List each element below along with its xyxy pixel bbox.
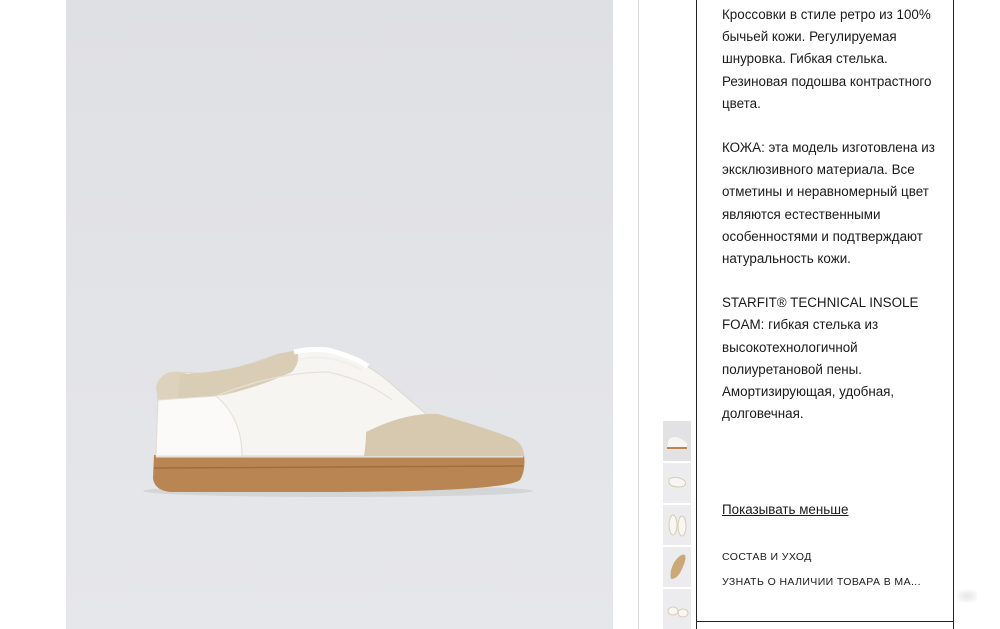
sneaker-pair-thumb-icon xyxy=(668,514,687,537)
sneaker-detail-thumb-icon xyxy=(667,606,689,618)
thumbnail-4[interactable] xyxy=(663,547,691,587)
sneaker-icon xyxy=(143,346,533,497)
check-availability-link[interactable]: УЗНАТЬ О НАЛИЧИИ ТОВАРА В МА... xyxy=(722,576,921,588)
sneaker-top-thumb-icon xyxy=(668,476,686,488)
thumbnail-2[interactable] xyxy=(663,463,691,503)
panel-bottom-border xyxy=(696,621,954,622)
main-product-image[interactable] xyxy=(66,0,613,629)
sneaker-side-thumb-icon xyxy=(667,437,687,449)
thumbnail-5[interactable] xyxy=(663,589,691,629)
description-paragraph: КОЖА: эта модель изготовлена из эксклюзи… xyxy=(722,140,935,267)
description-paragraph: Кроссовки в стиле ретро из 100% бычьей к… xyxy=(722,7,932,111)
thumbnail-3[interactable] xyxy=(663,505,691,545)
product-description: Кроссовки в стиле ретро из 100% бычьей к… xyxy=(722,4,944,425)
column-divider xyxy=(638,0,639,629)
sneaker-sole-thumb-icon xyxy=(670,554,686,579)
show-less-link[interactable]: Показывать меньше xyxy=(722,499,848,521)
thumbnail-strip xyxy=(663,421,691,629)
thumbnail-1[interactable] xyxy=(663,421,691,461)
composition-care-link[interactable]: СОСТАВ И УХОД xyxy=(722,551,812,563)
decorative-mark xyxy=(957,590,977,602)
description-paragraph: STARFIT® TECHNICAL INSOLE FOAM: гибкая с… xyxy=(722,295,919,422)
